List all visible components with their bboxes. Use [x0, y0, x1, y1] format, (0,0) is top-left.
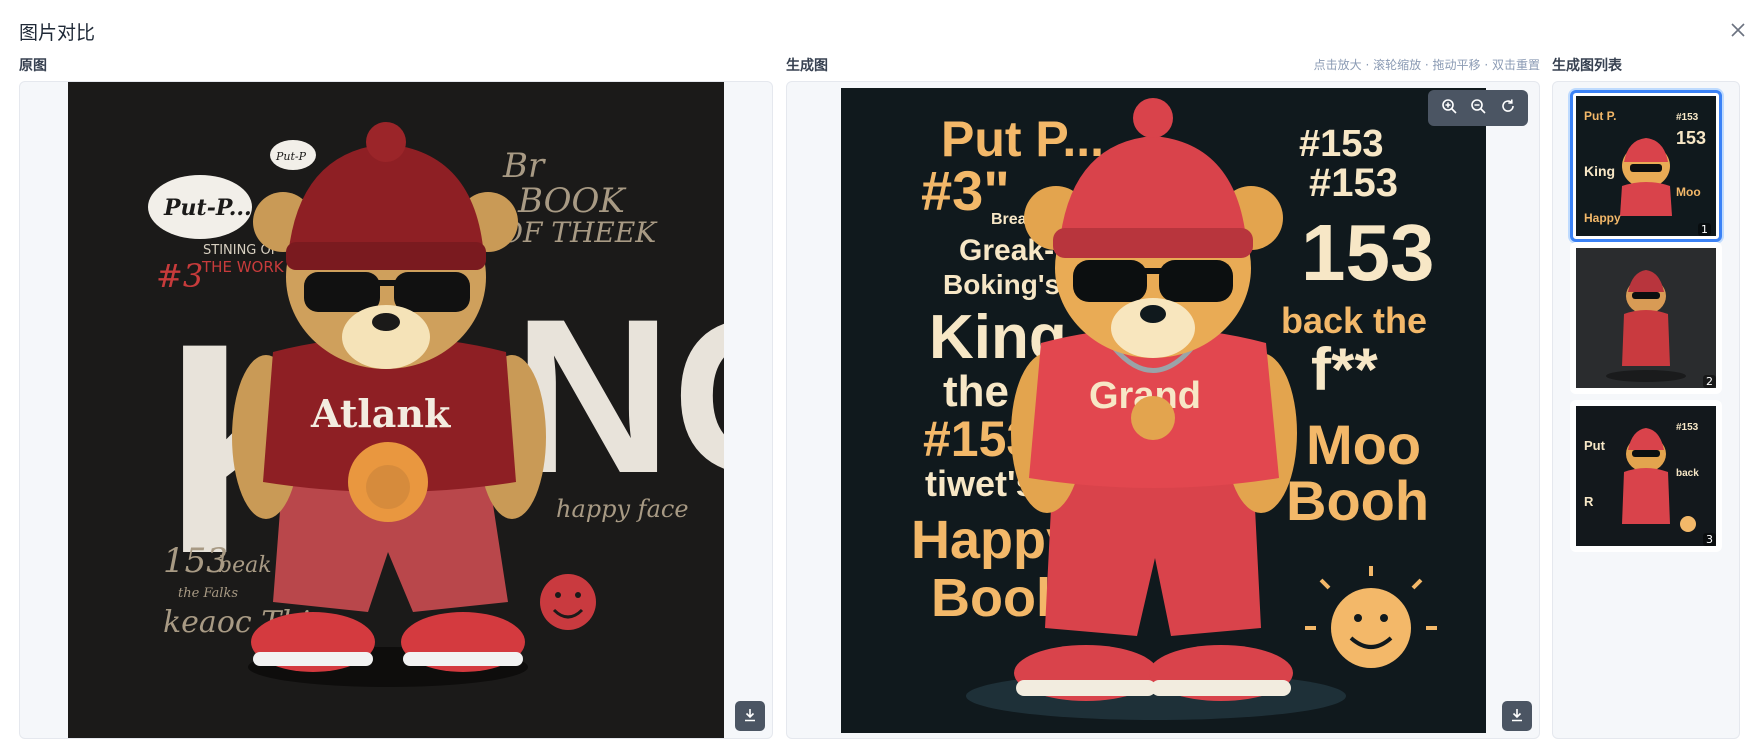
bottom-left-2: beak: [218, 553, 272, 578]
gen-right-1: #153: [1299, 123, 1384, 165]
svg-text:back: back: [1676, 468, 1699, 479]
original-download-button[interactable]: [735, 701, 765, 731]
svg-text:153: 153: [1676, 128, 1706, 148]
thumbnail-image-2: [1576, 248, 1716, 388]
svg-text:#153: #153: [1676, 112, 1699, 123]
zoom-toolbar: [1428, 90, 1528, 126]
gen-right-2: #153: [1309, 161, 1398, 205]
gen-right-7: Booh: [1286, 469, 1429, 532]
thumbnail-item-2[interactable]: 2: [1570, 242, 1722, 394]
zoom-out-button[interactable]: [1465, 95, 1491, 121]
original-artwork: K NG Put-P... Put-P #3 STINING OF THE WO…: [68, 82, 724, 738]
download-icon: [1510, 707, 1524, 726]
generated-list-panel: Put P. #153 153 King Happy Moo 1 2 Put #…: [1552, 81, 1740, 739]
reset-button[interactable]: [1495, 95, 1521, 121]
bubble-text: Put-P...: [163, 195, 252, 221]
svg-text:#153: #153: [1676, 422, 1699, 433]
generated-list-label: 生成图列表: [1552, 58, 1622, 74]
gen-left-5: Boking's: [943, 269, 1060, 300]
top-right-3: OF THEEK: [500, 216, 658, 249]
thumbnail-item-3[interactable]: Put #153 back R 3: [1570, 400, 1722, 552]
gen-right-5: f**: [1311, 336, 1378, 403]
left-text-3: THE WORK: [201, 258, 285, 276]
happy-face-text: happy face: [556, 495, 689, 523]
reset-icon: [1500, 98, 1516, 118]
original-image[interactable]: K NG Put-P... Put-P #3 STINING OF THE WO…: [68, 82, 724, 738]
svg-text:Put: Put: [1584, 438, 1606, 453]
generated-image[interactable]: Put P... #3" Breant* Greak- Boking's Kin…: [841, 88, 1486, 733]
thumbnail-image-1: Put P. #153 153 King Happy Moo: [1576, 96, 1716, 236]
svg-text:Moo: Moo: [1676, 185, 1701, 199]
thumbnail-number-2: 2: [1703, 375, 1716, 388]
shirt-text: Atlank: [310, 391, 451, 436]
generated-artwork: Put P... #3" Breant* Greak- Boking's Kin…: [841, 88, 1486, 733]
dialog-title: 图片对比: [19, 22, 96, 44]
svg-text:R: R: [1584, 494, 1594, 509]
generated-label: 生成图: [786, 58, 828, 74]
small-bubble-text: Put-P: [275, 150, 307, 163]
zoom-in-button[interactable]: [1436, 95, 1462, 121]
generated-panel: Put P... #3" Breant* Greak- Boking's Kin…: [786, 81, 1540, 739]
close-button[interactable]: [1728, 21, 1748, 41]
gen-right-6: Moo: [1306, 413, 1421, 476]
svg-text:King: King: [1584, 163, 1615, 179]
thumbnail-item-1[interactable]: Put P. #153 153 King Happy Moo 1: [1570, 90, 1722, 242]
download-icon: [743, 707, 757, 726]
generated-download-button[interactable]: [1502, 701, 1532, 731]
zoom-out-icon: [1470, 98, 1486, 118]
interaction-hint: 点击放大 · 滚轮缩放 · 拖动平移 · 双击重置: [1313, 58, 1540, 72]
bottom-left-3: the Falks: [178, 586, 238, 601]
svg-text:Happy: Happy: [1584, 211, 1621, 225]
big-letters-ng: NG: [513, 273, 724, 519]
gen-right-4: back the: [1281, 300, 1427, 341]
thumbnail-number-1: 1: [1698, 223, 1711, 236]
thumbnail-image-3: Put #153 back R: [1576, 406, 1716, 546]
close-icon: [1731, 22, 1745, 41]
original-label: 原图: [19, 58, 47, 74]
thumbnail-number-3: 3: [1703, 533, 1716, 546]
gen-left-7: the: [943, 367, 1009, 416]
zoom-in-icon: [1441, 98, 1457, 118]
svg-text:Put P.: Put P.: [1584, 109, 1616, 123]
gen-right-3: 153: [1301, 208, 1434, 297]
top-right-1: Br: [502, 146, 546, 186]
original-panel: K NG Put-P... Put-P #3 STINING OF THE WO…: [19, 81, 773, 739]
left-text-1: #3: [156, 257, 203, 295]
top-right-2: BOOK: [517, 181, 627, 221]
